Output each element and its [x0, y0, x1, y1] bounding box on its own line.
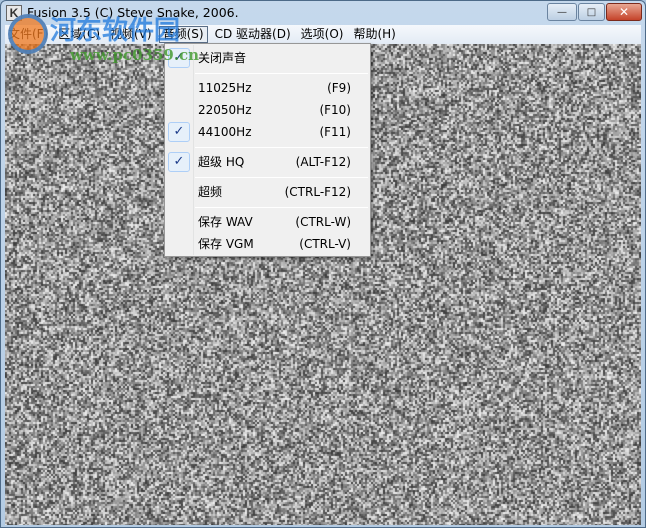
menu-video[interactable]: 视频(V) — [107, 26, 155, 43]
window-title: Fusion 3.5 (C) Steve Snake, 2006. — [27, 5, 239, 20]
menu-region[interactable]: 区域(C) — [55, 26, 103, 43]
item-label: 11025Hz — [198, 78, 252, 98]
menu-item-save-vgm[interactable]: 保存 VGM (CTRL-V) — [165, 234, 370, 254]
item-shortcut: (CTRL-W) — [295, 212, 351, 232]
menu-separator — [195, 147, 368, 148]
menu-separator — [195, 177, 368, 178]
menu-file[interactable]: 文件(F) — [5, 26, 51, 43]
item-shortcut: (CTRL-F12) — [285, 182, 351, 202]
item-label: 超级 HQ — [198, 152, 244, 172]
menu-separator — [195, 207, 368, 208]
checkmark-icon: ✓ — [168, 48, 190, 68]
item-label: 超频 — [198, 182, 222, 202]
item-label: 22050Hz — [198, 100, 252, 120]
menu-item-44100hz[interactable]: ✓ 44100Hz (F11) — [165, 122, 370, 142]
menu-help[interactable]: 帮助(H) — [350, 26, 398, 43]
item-shortcut: (F9) — [327, 78, 351, 98]
menu-audio[interactable]: 音频(S) — [159, 26, 208, 43]
audio-dropdown-menu: ✓ 关闭声音 11025Hz (F9) 22050Hz (F10) ✓ 4410… — [164, 43, 371, 257]
menu-item-overclock[interactable]: 超频 (CTRL-F12) — [165, 182, 370, 202]
maximize-button[interactable]: □ — [578, 3, 605, 21]
menu-separator — [195, 73, 368, 74]
menu-item-mute[interactable]: ✓ 关闭声音 — [165, 48, 370, 68]
item-label: 44100Hz — [198, 122, 252, 142]
item-shortcut: (F11) — [319, 122, 351, 142]
minimize-button[interactable]: — — [547, 3, 577, 21]
fusion-app-icon[interactable]: K — [6, 5, 22, 21]
item-label: 保存 VGM — [198, 234, 254, 254]
checkmark-icon: ✓ — [168, 152, 190, 172]
item-shortcut: (F10) — [319, 100, 351, 120]
item-shortcut: (ALT-F12) — [296, 152, 351, 172]
menu-item-super-hq[interactable]: ✓ 超级 HQ (ALT-F12) — [165, 152, 370, 172]
menu-cd-drive[interactable]: CD 驱动器(D) — [212, 26, 294, 43]
menu-bar: 文件(F) 区域(C) 视频(V) 音频(S) CD 驱动器(D) 选项(O) … — [5, 25, 641, 44]
item-label: 保存 WAV — [198, 212, 253, 232]
item-label: 关闭声音 — [198, 48, 246, 68]
menu-options[interactable]: 选项(O) — [298, 26, 347, 43]
menu-item-save-wav[interactable]: 保存 WAV (CTRL-W) — [165, 212, 370, 232]
checkmark-icon: ✓ — [168, 122, 190, 142]
close-button[interactable]: ✕ — [606, 3, 642, 21]
title-bar[interactable]: K Fusion 3.5 (C) Steve Snake, 2006. — □ … — [1, 1, 645, 25]
menu-item-22050hz[interactable]: 22050Hz (F10) — [165, 100, 370, 120]
item-shortcut: (CTRL-V) — [299, 234, 351, 254]
menu-item-11025hz[interactable]: 11025Hz (F9) — [165, 78, 370, 98]
